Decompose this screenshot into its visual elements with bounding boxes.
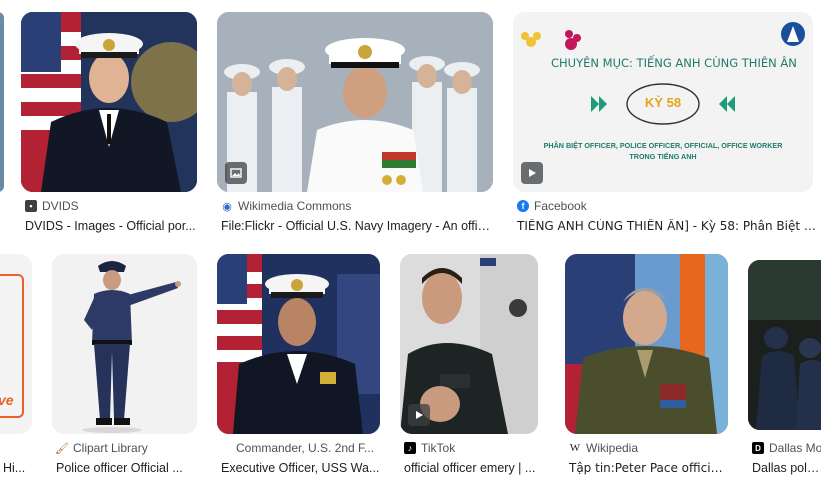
result-caption[interactable]: Tập tin:Peter Pace official ... <box>569 461 728 475</box>
source-label: ◉ Wikimedia Commons <box>221 199 351 213</box>
image-thumb-tiktok[interactable] <box>400 254 538 434</box>
source-label: ♪ TikTok <box>404 441 455 455</box>
image-thumb-clipart-police[interactable] <box>52 254 197 434</box>
fb-graphic-subtitle-1: PHÂN BIỆT OFFICER, POLICE OFFICER, OFFIC… <box>543 141 783 150</box>
tiktok-favicon-icon: ♪ <box>404 442 416 454</box>
result-caption[interactable]: official officer emery | ... <box>404 461 546 475</box>
clipart-favicon-icon: 🖌 <box>56 442 69 455</box>
image-thumb-dallas[interactable] <box>748 260 821 430</box>
fb-graphic-heading: CHUYÊN MỤC: TIẾNG ANH CÙNG THIÊN ÂN <box>551 56 797 70</box>
wikipedia-favicon-icon: W <box>569 442 581 454</box>
source-label: W Wikipedia <box>569 441 638 455</box>
dallas-favicon-icon: D <box>752 442 764 454</box>
source-text: DVIDS <box>42 199 79 213</box>
result-caption[interactable]: Hi... <box>3 461 33 475</box>
image-badge-icon <box>225 162 247 184</box>
source-text: Wikipedia <box>586 441 639 455</box>
source-text: TikTok <box>421 441 456 455</box>
wikimedia-favicon-icon: ◉ <box>221 200 233 213</box>
result-caption[interactable]: TIẾNG ANH CÙNG THIÊN ÂN] - Kỳ 58: Phân B… <box>517 219 821 233</box>
facebook-favicon-icon: f <box>517 200 529 212</box>
source-text: Facebook <box>534 199 587 213</box>
image-thumb-facebook[interactable]: CHUYÊN MỤC: TIẾNG ANH CÙNG THIÊN ÂN KỲ 5… <box>513 12 813 192</box>
source-label: Commander, U.S. 2nd F... <box>236 441 374 455</box>
result-caption[interactable]: Police officer Official ... <box>56 461 197 475</box>
source-text: Commander, U.S. 2nd F... <box>236 441 375 455</box>
source-label: D Dallas Mo <box>752 441 821 455</box>
result-caption[interactable]: Executive Officer, USS Wa... <box>221 461 380 475</box>
source-label: ▪ DVIDS <box>25 199 79 213</box>
source-label: 🖌 Clipart Library <box>56 441 148 455</box>
source-text: Dallas Mo <box>769 441 821 455</box>
play-badge-icon <box>521 162 543 184</box>
image-thumb-edge-left-top[interactable] <box>0 12 4 192</box>
dvids-favicon-icon: ▪ <box>25 200 37 212</box>
source-text: Clipart Library <box>73 441 148 455</box>
image-thumb-dvids[interactable] <box>21 12 197 192</box>
fb-graphic-subtitle-2: TRONG TIẾNG ANH <box>629 152 697 161</box>
image-thumb-edge-left[interactable]: ve <box>0 254 32 434</box>
image-thumb-wikimedia[interactable] <box>217 12 493 192</box>
source-text: Wikimedia Commons <box>238 199 352 213</box>
edge-thumb-text: ve <box>0 392 14 408</box>
image-thumb-commander[interactable] <box>217 254 380 434</box>
play-badge-icon <box>408 404 430 426</box>
fb-graphic-episode: KỲ 58 <box>644 95 682 110</box>
image-thumb-wikipedia[interactable] <box>565 254 728 434</box>
source-label: f Facebook <box>517 199 587 213</box>
result-caption[interactable]: File:Flickr - Official U.S. Navy Imagery… <box>221 219 493 233</box>
result-caption[interactable]: DVIDS - Images - Official por... <box>25 219 197 233</box>
result-caption[interactable]: Dallas police <box>752 461 821 475</box>
